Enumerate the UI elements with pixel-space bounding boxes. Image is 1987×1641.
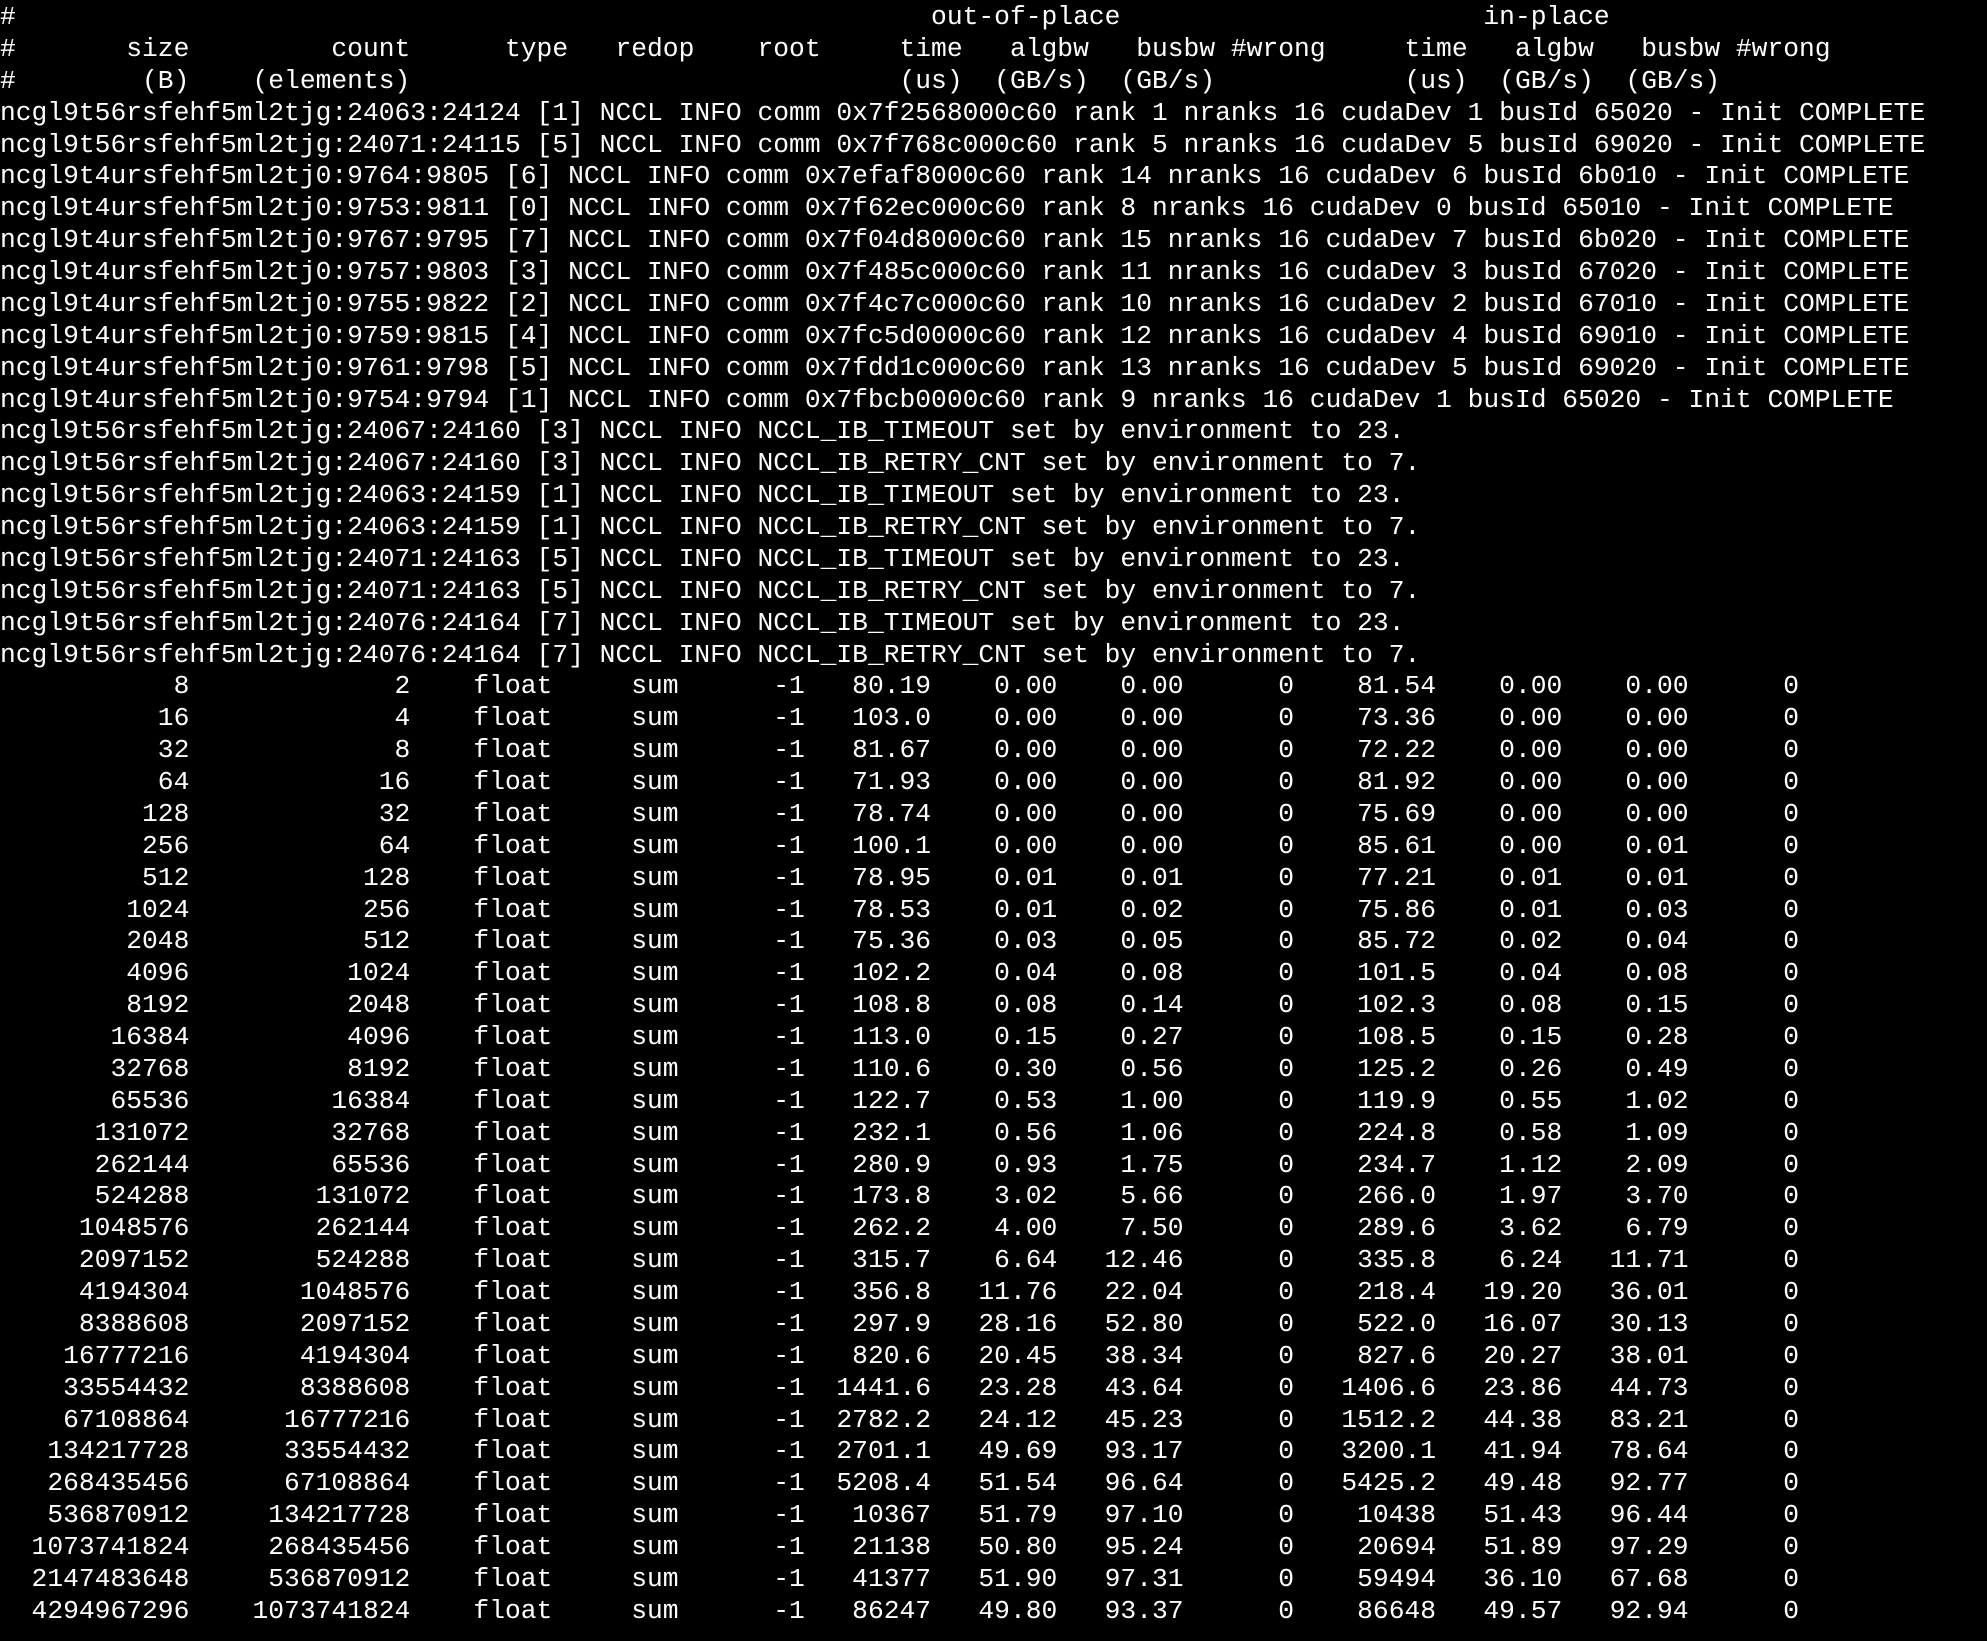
log-line: ncgl9t4ursfehf5ml2tj0:9757:9803 [3] NCCL… [0,257,1910,287]
log-line: ncgl9t4ursfehf5ml2tj0:9759:9815 [4] NCCL… [0,320,1910,351]
result-row: 64 16 float sum -1 71.93 0.00 0.00 0 81.… [0,767,1799,797]
result-row: 2147483648 536870912 float sum -1 41377 … [0,1563,1799,1594]
result-row: 512 128 float sum -1 78.95 0.01 0.01 0 7… [0,862,1799,893]
log-line: ncgl9t56rsfehf5ml2tjg:24067:24160 [3] NC… [0,448,1421,479]
result-row: 262144 65536 float sum -1 280.9 0.93 1.7… [0,1149,1799,1180]
result-row: 4096 1024 float sum -1 102.2 0.04 0.08 0… [0,958,1799,989]
result-row: 2097152 524288 float sum -1 315.7 6.64 1… [0,1245,1799,1276]
result-row: 8192 2048 float sum -1 108.8 0.08 0.14 0… [0,990,1799,1021]
log-line: ncgl9t56rsfehf5ml2tjg:24067:24160 [3] NC… [0,416,1405,447]
result-row: 1048576 262144 float sum -1 262.2 4.00 7… [0,1213,1799,1244]
result-row: 4294967296 1073741824 float sum -1 86247… [0,1595,1799,1626]
log-line: ncgl9t56rsfehf5ml2tjg:24063:24159 [1] NC… [0,480,1405,511]
result-row: 256 64 float sum -1 100.1 0.00 0.00 0 85… [0,830,1799,861]
log-line: ncgl9t4ursfehf5ml2tj0:9755:9822 [2] NCCL… [0,288,1910,319]
log-line: ncgl9t4ursfehf5ml2tj0:9761:9798 [5] NCCL… [0,352,1910,383]
table-header-line: # size count type redop root time algbw … [0,33,1831,64]
log-line: ncgl9t4ursfehf5ml2tj0:9753:9811 [0] NCCL… [0,193,1894,224]
log-line: ncgl9t56rsfehf5ml2tjg:24076:24164 [7] NC… [0,639,1421,670]
result-row: 536870912 134217728 float sum -1 10367 5… [0,1500,1799,1531]
result-row: 33554432 8388608 float sum -1 1441.6 23.… [0,1372,1799,1403]
result-row: 65536 16384 float sum -1 122.7 0.53 1.00… [0,1085,1799,1116]
log-line: ncgl9t4ursfehf5ml2tj0:9764:9805 [6] NCCL… [0,161,1910,192]
table-header-line: # (B) (elements) (us) (GB/s) (GB/s) (us)… [0,65,1831,96]
result-row: 32 8 float sum -1 81.67 0.00 0.00 0 72.2… [0,735,1799,766]
log-line: ncgl9t56rsfehf5ml2tjg:24071:24115 [5] NC… [0,129,1926,160]
result-row: 524288 131072 float sum -1 173.8 3.02 5.… [0,1181,1799,1212]
result-row: 128 32 float sum -1 78.74 0.00 0.00 0 75… [0,798,1799,829]
result-row: 4194304 1048576 float sum -1 356.8 11.76… [0,1277,1799,1307]
result-row: 268435456 67108864 float sum -1 5208.4 5… [0,1468,1799,1499]
log-line: ncgl9t56rsfehf5ml2tjg:24071:24163 [5] NC… [0,543,1405,574]
log-line: ncgl9t56rsfehf5ml2tjg:24071:24163 [5] NC… [0,575,1421,606]
result-row: 2048 512 float sum -1 75.36 0.03 0.05 0 … [0,926,1799,957]
result-row: 8388608 2097152 float sum -1 297.9 28.16… [0,1308,1799,1339]
table-header-line: # out-of-place in-place [0,2,1768,32]
result-row: 134217728 33554432 float sum -1 2701.1 4… [0,1436,1799,1467]
result-row: 16777216 4194304 float sum -1 820.6 20.4… [0,1340,1799,1371]
log-line: ncgl9t56rsfehf5ml2tjg:24063:24124 [1] NC… [0,97,1926,128]
log-line: ncgl9t56rsfehf5ml2tjg:24063:24159 [1] NC… [0,512,1421,542]
result-row: 131072 32768 float sum -1 232.1 0.56 1.0… [0,1117,1799,1148]
result-row: 16 4 float sum -1 103.0 0.00 0.00 0 73.3… [0,703,1799,734]
result-row: 1073741824 268435456 float sum -1 21138 … [0,1532,1799,1562]
result-row: 8 2 float sum -1 80.19 0.00 0.00 0 81.54… [0,671,1799,702]
result-row: 32768 8192 float sum -1 110.6 0.30 0.56 … [0,1053,1799,1084]
result-row: 67108864 16777216 float sum -1 2782.2 24… [0,1404,1799,1435]
terminal-output[interactable]: # out-of-place in-place # size count typ… [0,0,1987,1641]
result-row: 16384 4096 float sum -1 113.0 0.15 0.27 … [0,1022,1799,1052]
log-line: ncgl9t4ursfehf5ml2tj0:9767:9795 [7] NCCL… [0,225,1910,256]
log-line: ncgl9t56rsfehf5ml2tjg:24076:24164 [7] NC… [0,607,1405,638]
log-line: ncgl9t4ursfehf5ml2tj0:9754:9794 [1] NCCL… [0,384,1894,415]
result-row: 1024 256 float sum -1 78.53 0.01 0.02 0 … [0,894,1799,925]
